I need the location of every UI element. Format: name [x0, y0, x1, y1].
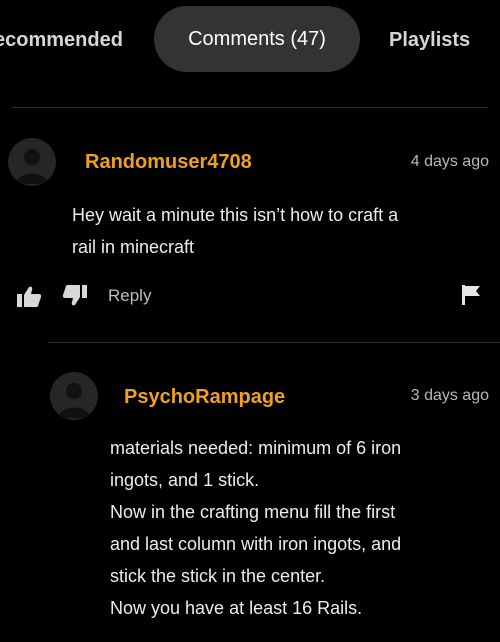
- tab-bar: ecommended Comments (47) Playlists: [0, 0, 500, 80]
- like-icon: [17, 286, 42, 307]
- comment-text: Hey wait a minute this isn’t how to craf…: [72, 199, 472, 263]
- tab-comments[interactable]: Comments (47): [154, 6, 360, 72]
- comment-line: rail in minecraft: [72, 237, 195, 257]
- divider: [48, 342, 500, 343]
- comment-line: Hey wait a minute this isn’t how to craf…: [72, 205, 399, 225]
- flag-icon: [462, 285, 480, 305]
- tab-playlists[interactable]: Playlists: [389, 30, 470, 50]
- reply-text: materials needed: minimum of 6 iron ingo…: [110, 432, 480, 624]
- reply-line: Now in the crafting menu fill the first: [110, 502, 396, 522]
- reply-line: and last column with iron ingots, and: [110, 534, 402, 554]
- dislike-icon: [62, 285, 87, 306]
- like-button[interactable]: [16, 285, 42, 309]
- avatar[interactable]: [50, 372, 98, 420]
- tab-recommended[interactable]: ecommended: [0, 30, 123, 50]
- comment-timestamp: 4 days ago: [410, 153, 489, 170]
- avatar-icon: [58, 383, 90, 418]
- reply-username[interactable]: PsychoRampage: [124, 386, 285, 409]
- comment-username[interactable]: Randomuser4708: [85, 151, 252, 174]
- divider: [12, 107, 488, 108]
- reply-line: materials needed: minimum of 6 iron: [110, 438, 402, 458]
- report-button[interactable]: [460, 283, 482, 307]
- reply-line: ingots, and 1 stick.: [110, 470, 260, 490]
- reply-line: Now you have at least 16 Rails.: [110, 598, 363, 618]
- avatar[interactable]: [8, 138, 56, 186]
- dislike-button[interactable]: [62, 283, 88, 307]
- reply-line: stick the stick in the center.: [110, 566, 326, 586]
- reply-timestamp: 3 days ago: [410, 387, 489, 404]
- avatar-icon: [16, 149, 48, 184]
- reply-button[interactable]: Reply: [108, 286, 151, 306]
